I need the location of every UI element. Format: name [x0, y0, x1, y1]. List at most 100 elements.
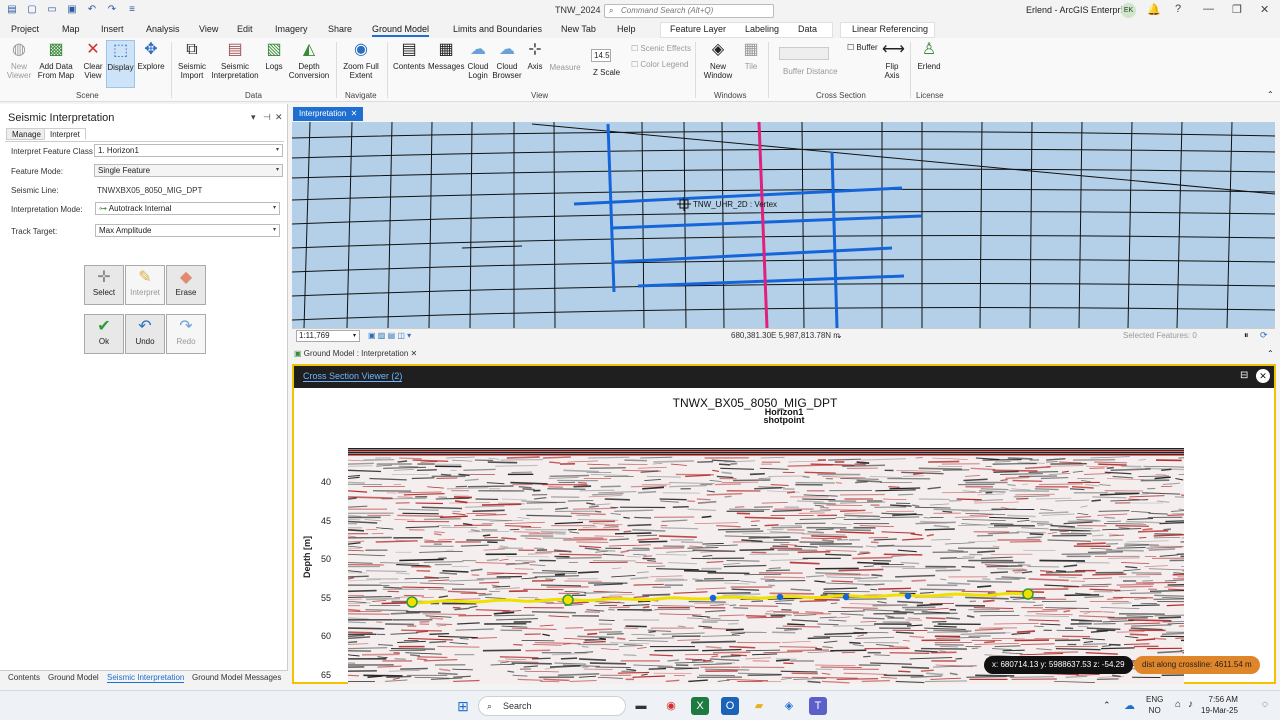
- minimize-icon[interactable]: —: [1203, 3, 1214, 15]
- redo-button[interactable]: ↷ Redo: [166, 314, 206, 354]
- file-explorer-icon[interactable]: ▰: [750, 697, 768, 715]
- tab-ground-model[interactable]: Ground Model: [48, 673, 99, 682]
- language-indicator[interactable]: ENG NO: [1146, 694, 1163, 716]
- command-search[interactable]: ⌕ Command Search (Alt+Q): [604, 4, 774, 18]
- customize-icon[interactable]: ≡: [126, 4, 138, 16]
- close-icon[interactable]: ✕: [275, 112, 283, 123]
- map-canvas[interactable]: TNW_UHR_2D : Vertex: [292, 122, 1275, 328]
- select-tool-button[interactable]: ✛ Select: [84, 265, 124, 305]
- tab-manage[interactable]: Manage: [6, 128, 47, 140]
- tab-project[interactable]: Project: [11, 24, 39, 34]
- z-scale-input[interactable]: 14.5: [591, 49, 611, 62]
- bell-icon[interactable]: 🔔: [1147, 3, 1161, 16]
- tab-imagery[interactable]: Imagery: [275, 24, 308, 34]
- color-legend-checkbox[interactable]: ☐ Color Legend: [631, 60, 688, 69]
- navigation-tools-icon[interactable]: ▣ ▨ ▤ ◫ ▾: [368, 331, 411, 340]
- tab-contents[interactable]: Contents: [8, 673, 40, 682]
- pin-icon[interactable]: ⊣: [263, 112, 271, 123]
- tab-seismic-interpretation[interactable]: Seismic Interpretation: [107, 673, 185, 683]
- redo-icon[interactable]: ↷: [106, 4, 118, 16]
- network-icon[interactable]: ⌂: [1175, 699, 1181, 710]
- contents-button[interactable]: ▤ Contents: [391, 40, 427, 71]
- ground-model-tab[interactable]: ▣ Ground Model : Interpretation ✕: [294, 349, 417, 358]
- cloud-login-button[interactable]: ☁ Cloud Login: [465, 40, 491, 80]
- user-name[interactable]: Erlend - ArcGIS Enterprise: [1026, 5, 1132, 15]
- close-icon[interactable]: ✕: [1260, 3, 1269, 16]
- interpretation-mode-select[interactable]: ⊶ Autotrack Internal ▾: [95, 202, 280, 215]
- chevron-up-icon[interactable]: ⌃: [1103, 700, 1111, 711]
- interpret-feature-class-select[interactable]: 1. Horizon1 ▾: [94, 144, 283, 157]
- seismic-lines-map[interactable]: TNW_UHR_2D : Vertex: [292, 122, 1275, 328]
- interpret-tool-button[interactable]: ✎ Interpret: [125, 265, 165, 305]
- teams-icon[interactable]: T: [809, 697, 827, 715]
- tab-interpret[interactable]: Interpret: [44, 128, 86, 140]
- maximize-icon[interactable]: ⊟: [1240, 370, 1248, 381]
- close-icon[interactable]: ✕: [1256, 369, 1270, 383]
- undo-icon[interactable]: ↶: [86, 4, 98, 16]
- pause-icon[interactable]: ⏸: [1244, 330, 1249, 341]
- zoom-full-extent-button[interactable]: ◉ Zoom Full Extent: [340, 40, 382, 80]
- map-tab-interpretation[interactable]: Interpretation ✕: [293, 107, 364, 121]
- cloud-browser-button[interactable]: ☁ Cloud Browser: [492, 40, 522, 80]
- logs-button[interactable]: ▧ Logs: [262, 40, 286, 71]
- outlook-icon[interactable]: O: [721, 697, 739, 715]
- chevron-down-icon[interactable]: ⌄: [836, 331, 843, 340]
- tab-edit[interactable]: Edit: [237, 24, 253, 34]
- chrome-icon[interactable]: ◉: [662, 697, 680, 715]
- windows-start-icon[interactable]: ⊞: [454, 697, 472, 715]
- tab-insert[interactable]: Insert: [101, 24, 124, 34]
- excel-icon[interactable]: X: [691, 697, 709, 715]
- help-icon[interactable]: ?: [1175, 3, 1181, 15]
- collapse-ribbon-icon[interactable]: ⌃: [1267, 90, 1274, 99]
- seismic-section-image[interactable]: [348, 448, 1184, 684]
- avatar[interactable]: EK: [1121, 3, 1136, 18]
- measure-button[interactable]: Measure: [548, 63, 582, 72]
- tab-limits-and-boundaries[interactable]: Limits and Boundaries: [453, 24, 542, 34]
- buffer-distance-input[interactable]: [779, 47, 829, 60]
- tab-labeling[interactable]: Labeling: [745, 24, 779, 34]
- task-view-icon[interactable]: ▬: [632, 697, 650, 715]
- tab-share[interactable]: Share: [328, 24, 352, 34]
- undo-button[interactable]: ↶ Undo: [125, 314, 165, 354]
- explore-button[interactable]: ✥ Explore: [137, 40, 165, 71]
- clear-view-button[interactable]: ✕ Clear View: [80, 40, 106, 80]
- display-button[interactable]: ⬚ Display: [106, 40, 135, 88]
- collapse-icon[interactable]: ⌃: [1267, 349, 1274, 358]
- tab-ground-model-messages[interactable]: Ground Model Messages: [192, 673, 281, 682]
- project-icon[interactable]: ▤: [6, 4, 18, 16]
- scale-select[interactable]: 1:11,769 ▾: [296, 330, 360, 342]
- restore-icon[interactable]: ❐: [1232, 3, 1242, 16]
- erase-tool-button[interactable]: ◆ Erase: [166, 265, 206, 305]
- ok-button[interactable]: ✔ Ok: [84, 314, 124, 354]
- close-icon[interactable]: ✕: [411, 349, 418, 358]
- license-user-button[interactable]: ♙ Erlend: [915, 40, 943, 71]
- new-viewer-button[interactable]: ◍ New Viewer: [4, 40, 34, 80]
- tab-analysis[interactable]: Analysis: [146, 24, 180, 34]
- scenic-effects-checkbox[interactable]: ☐ Scenic Effects: [631, 44, 691, 53]
- flip-axis-button[interactable]: ⟷ Flip Axis: [878, 40, 906, 80]
- tab-help[interactable]: Help: [617, 24, 636, 34]
- cross-section-tab[interactable]: Cross Section Viewer (2): [303, 371, 403, 382]
- tab-map[interactable]: Map: [62, 24, 80, 34]
- seismic-traces[interactable]: [348, 448, 1184, 684]
- close-icon[interactable]: ✕: [351, 109, 358, 118]
- buffer-checkbox[interactable]: ☐ Buffer: [847, 43, 878, 52]
- taskbar-search[interactable]: ⌕ Search: [478, 696, 626, 716]
- open-icon[interactable]: ▭: [46, 4, 58, 16]
- tab-ground-model[interactable]: Ground Model: [372, 24, 430, 37]
- tab-data[interactable]: Data: [798, 24, 817, 34]
- tab-view[interactable]: View: [199, 24, 218, 34]
- new-window-button[interactable]: ◈ New Window: [699, 40, 737, 80]
- notifications-icon[interactable]: ◌: [1262, 699, 1268, 710]
- seismic-interpretation-button[interactable]: ▤ Seismic Interpretation: [211, 40, 259, 80]
- onedrive-icon[interactable]: ☁: [1124, 699, 1135, 712]
- refresh-icon[interactable]: ⟳: [1260, 330, 1268, 341]
- seismic-import-button[interactable]: ⧉ Seismic Import: [174, 40, 210, 80]
- track-target-select[interactable]: Max Amplitude ▾: [95, 224, 280, 237]
- tab-new-tab[interactable]: New Tab: [561, 24, 596, 34]
- save-icon[interactable]: ▣: [66, 4, 78, 16]
- tile-button[interactable]: ▦ Tile: [738, 40, 764, 71]
- add-data-from-map-button[interactable]: ▩ Add Data From Map: [36, 40, 76, 80]
- feature-mode-select[interactable]: Single Feature ▾: [94, 164, 283, 177]
- pane-menu-icon[interactable]: ▾: [251, 112, 256, 123]
